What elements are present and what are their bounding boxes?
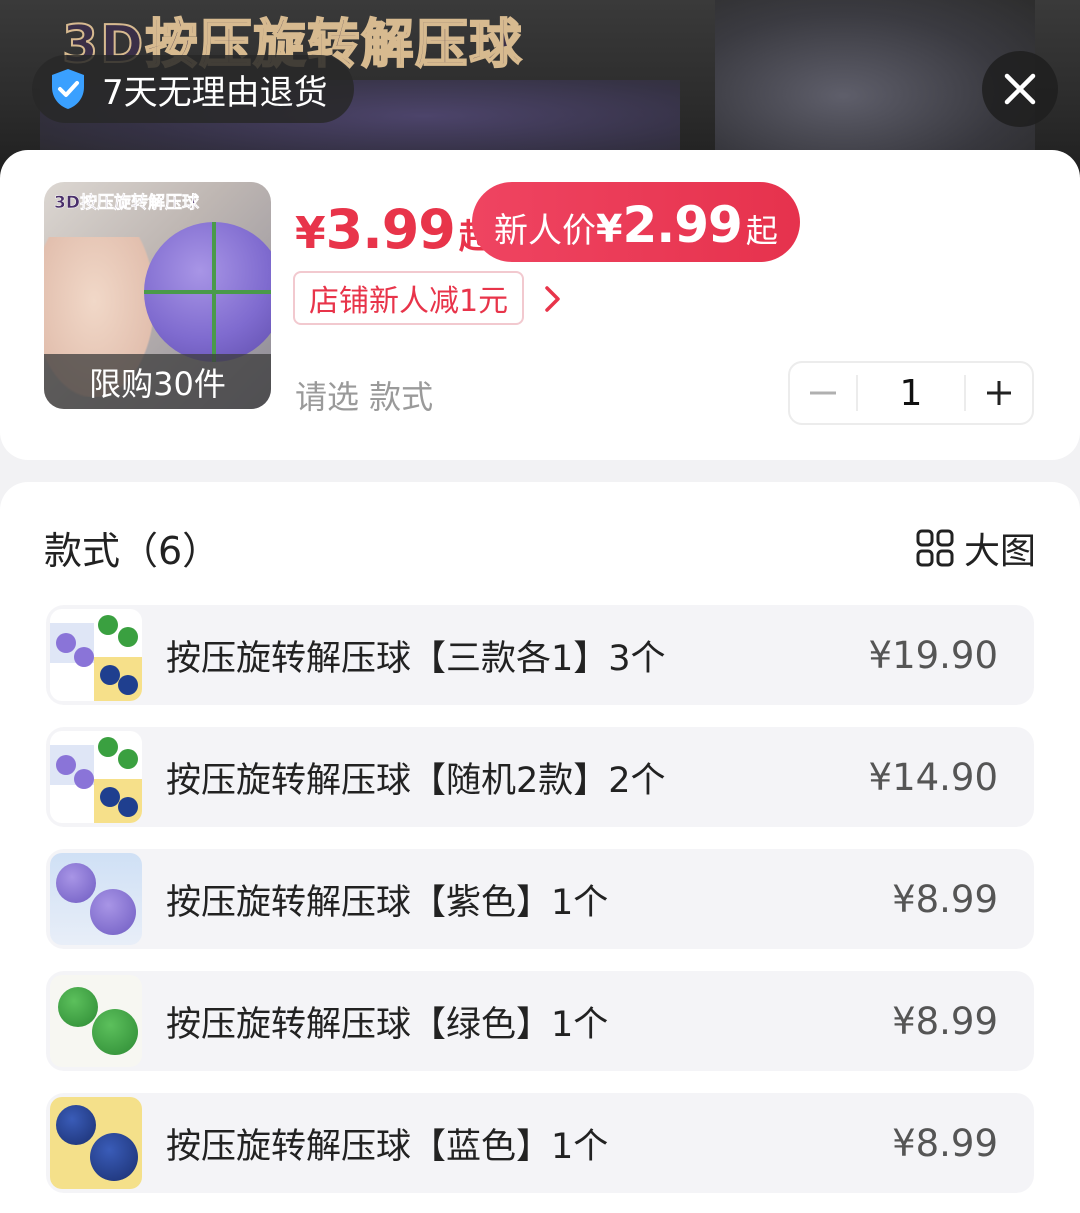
option-thumbnail	[50, 609, 142, 701]
price-currency: ¥	[295, 208, 326, 259]
selection-hint: 请选 款式	[295, 378, 434, 416]
big-image-label: 大图	[964, 531, 1037, 572]
option-thumbnail	[50, 975, 142, 1067]
thumb-title: 3D按压旋转解压球	[54, 193, 199, 214]
option-name: 按压旋转解压球【蓝色】1个	[166, 1126, 609, 1167]
quantity-stepper: 1	[788, 361, 1034, 425]
option-price: ¥8.99	[892, 999, 998, 1043]
option-name: 按压旋转解压球【三款各1】3个	[166, 638, 666, 679]
close-button[interactable]	[982, 51, 1058, 127]
option-price: ¥8.99	[892, 877, 998, 921]
product-thumbnail[interactable]: 3D按压旋转解压球 限购30件	[44, 182, 271, 409]
option-thumbnail	[50, 731, 142, 823]
option-price: ¥19.90	[868, 633, 998, 677]
thumb-ball-seam	[144, 290, 271, 294]
new-user-price-badge: 新人价 ¥ 2.99 起	[472, 182, 800, 262]
shield-check-icon	[52, 69, 84, 109]
quantity-value[interactable]: 1	[856, 373, 966, 414]
new-user-label: 新人价	[494, 211, 596, 251]
style-option-purple[interactable]: 按压旋转解压球【紫色】1个 ¥8.99	[46, 849, 1034, 949]
purchase-limit: 限购30件	[44, 354, 271, 409]
close-icon	[1004, 73, 1036, 105]
new-user-suffix: 起	[745, 212, 778, 250]
price: ¥ 3.99 起	[295, 198, 493, 261]
shop-coupon[interactable]: 店铺新人减1元	[293, 271, 525, 325]
style-section-title: 款式（6）	[44, 529, 221, 573]
minus-icon	[810, 391, 836, 395]
style-option-green[interactable]: 按压旋转解压球【绿色】1个 ¥8.99	[46, 971, 1034, 1071]
style-option-random2[interactable]: 按压旋转解压球【随机2款】2个 ¥14.90	[46, 727, 1034, 827]
option-price: ¥8.99	[892, 1121, 998, 1165]
option-name: 按压旋转解压球【紫色】1个	[166, 882, 609, 923]
style-option-blue[interactable]: 按压旋转解压球【蓝色】1个 ¥8.99	[46, 1093, 1034, 1193]
new-user-currency: ¥	[596, 207, 623, 251]
chevron-right-icon[interactable]	[538, 282, 568, 316]
return-policy-text: 7天无理由退货	[102, 72, 328, 113]
style-option-mix3[interactable]: 按压旋转解压球【三款各1】3个 ¥19.90	[46, 605, 1034, 705]
option-thumbnail	[50, 1097, 142, 1189]
return-policy-badge: 7天无理由退货	[32, 55, 354, 123]
option-name: 按压旋转解压球【随机2款】2个	[166, 760, 666, 801]
big-image-toggle[interactable]: 大图	[916, 522, 1036, 574]
decrease-quantity-button[interactable]	[790, 363, 856, 423]
plus-icon	[987, 381, 1011, 405]
option-thumbnail	[50, 853, 142, 945]
new-user-amount: 2.99	[622, 196, 742, 254]
option-price: ¥14.90	[868, 755, 998, 799]
option-name: 按压旋转解压球【绿色】1个	[166, 1004, 609, 1045]
price-amount: 3.99	[325, 198, 456, 261]
increase-quantity-button[interactable]	[966, 363, 1032, 423]
grid-icon	[916, 529, 954, 567]
